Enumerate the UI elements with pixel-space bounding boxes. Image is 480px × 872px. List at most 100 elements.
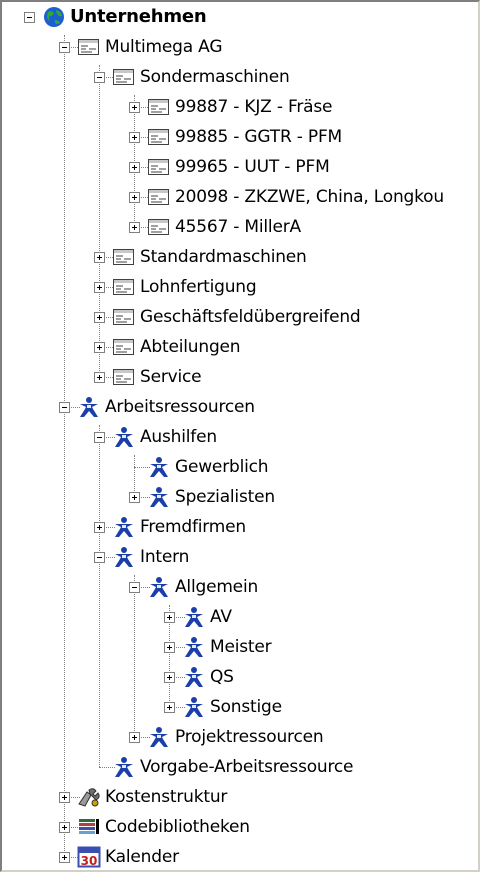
tree-node-av[interactable]: AV [2, 602, 478, 632]
person-icon [147, 576, 171, 598]
list-icon [112, 306, 136, 328]
tree-node-project-99965[interactable]: 99965 - UUT - PFM [2, 152, 478, 182]
collapse-icon[interactable] [94, 552, 105, 563]
person-icon [182, 666, 206, 688]
expand-icon[interactable] [129, 132, 140, 143]
person-icon [147, 726, 171, 748]
tree-node-label: 99965 - UUT - PFM [175, 157, 330, 177]
expand-icon[interactable] [129, 222, 140, 233]
tree-node-kostenstruktur[interactable]: Kostenstruktur [2, 782, 478, 812]
tree-node-label: Fremdfirmen [140, 517, 246, 537]
tree-node-label: 45567 - MillerA [175, 217, 301, 237]
tree-node-vorgabe-arbeitsressource[interactable]: Vorgabe-Arbeitsressource [2, 752, 478, 782]
expand-icon[interactable] [164, 702, 175, 713]
list-icon [77, 36, 101, 58]
person-icon [112, 426, 136, 448]
tree-node-spezialisten[interactable]: Spezialisten [2, 482, 478, 512]
tree-node-label: 99885 - GGTR - PFM [175, 127, 342, 147]
tree-node-label: Intern [140, 547, 190, 567]
expand-icon[interactable] [94, 282, 105, 293]
list-icon [147, 96, 171, 118]
collapse-icon[interactable] [59, 42, 70, 53]
tree-node-aushilfen[interactable]: Aushilfen [2, 422, 478, 452]
expand-icon[interactable] [59, 822, 70, 833]
person-icon [147, 486, 171, 508]
tree-node-abteilungen[interactable]: Abteilungen [2, 332, 478, 362]
list-icon [112, 246, 136, 268]
expand-icon[interactable] [59, 852, 70, 863]
tree-node-label: AV [210, 607, 232, 627]
expand-icon[interactable] [164, 642, 175, 653]
person-icon [182, 606, 206, 628]
tree-node-service[interactable]: Service [2, 362, 478, 392]
list-icon [112, 66, 136, 88]
tree-node-qs[interactable]: QS [2, 662, 478, 692]
code-library-icon [77, 816, 101, 838]
list-icon [147, 126, 171, 148]
expand-icon[interactable] [129, 732, 140, 743]
expand-icon[interactable] [94, 252, 105, 263]
tree-node-label: Spezialisten [175, 487, 275, 507]
tree-node-label: Abteilungen [140, 337, 241, 357]
person-icon [112, 756, 136, 778]
tree-node-label: Unternehmen [70, 6, 207, 27]
tree-view[interactable]: Unternehmen Multimega AG Sondermaschinen 99… [2, 2, 478, 870]
expand-icon[interactable] [59, 792, 70, 803]
expand-icon[interactable] [129, 192, 140, 203]
tree-node-project-20098[interactable]: 20098 - ZKZWE, China, Longkou [2, 182, 478, 212]
tree-node-label: Kostenstruktur [105, 787, 228, 807]
tree-node-label: Vorgabe-Arbeitsressource [140, 757, 354, 777]
collapse-icon[interactable] [59, 402, 70, 413]
tree-node-project-99887[interactable]: 99887 - KJZ - Fräse [2, 92, 478, 122]
tree-node-kalender[interactable]: 30 Kalender [2, 842, 478, 870]
tree-node-label: Allgemein [175, 577, 259, 597]
expand-icon[interactable] [94, 372, 105, 383]
tree-node-label: Aushilfen [140, 427, 217, 447]
tree-node-gewerblich[interactable]: Gewerblich [2, 452, 478, 482]
tree-node-label: Projektressourcen [175, 727, 324, 747]
tree-node-label: 99887 - KJZ - Fräse [175, 97, 333, 117]
tree-node-label: Geschäftsfeldübergreifend [140, 307, 361, 327]
list-icon [112, 276, 136, 298]
collapse-icon[interactable] [94, 72, 105, 83]
expand-icon[interactable] [129, 102, 140, 113]
person-icon [182, 636, 206, 658]
expand-icon[interactable] [94, 312, 105, 323]
expand-icon[interactable] [129, 492, 140, 503]
tree-node-label: Sonstige [210, 697, 282, 717]
tree-node-geschaeftsfelduebergreifend[interactable]: Geschäftsfeldübergreifend [2, 302, 478, 332]
collapse-icon[interactable] [129, 582, 140, 593]
expand-icon[interactable] [94, 342, 105, 353]
tree-node-label: Lohnfertigung [140, 277, 257, 297]
tree-node-arbeitsressourcen[interactable]: Arbeitsressourcen [2, 392, 478, 422]
expand-icon[interactable] [94, 522, 105, 533]
collapse-icon[interactable] [94, 432, 105, 443]
tree-node-lohnfertigung[interactable]: Lohnfertigung [2, 272, 478, 302]
tree-node-projektressourcen[interactable]: Projektressourcen [2, 722, 478, 752]
expand-icon[interactable] [164, 612, 175, 623]
tree-node-label: Arbeitsressourcen [105, 397, 255, 417]
person-icon [112, 546, 136, 568]
person-icon [147, 456, 171, 478]
expand-icon[interactable] [164, 672, 175, 683]
expand-icon[interactable] [129, 162, 140, 173]
tree-node-sonstige[interactable]: Sonstige [2, 692, 478, 722]
tree-node-project-45567[interactable]: 45567 - MillerA [2, 212, 478, 242]
tree-node-meister[interactable]: Meister [2, 632, 478, 662]
tree-node-label: QS [210, 667, 234, 687]
tree-view-panel[interactable]: Unternehmen Multimega AG Sondermaschinen 99… [0, 0, 480, 872]
tree-node-multimega-ag[interactable]: Multimega AG [2, 32, 478, 62]
tree-node-allgemein[interactable]: Allgemein [2, 572, 478, 602]
tree-node-codebibliotheken[interactable]: Codebibliotheken [2, 812, 478, 842]
list-icon [112, 336, 136, 358]
svg-text:30: 30 [81, 854, 98, 868]
tree-node-intern[interactable]: Intern [2, 542, 478, 572]
tree-node-fremdfirmen[interactable]: Fremdfirmen [2, 512, 478, 542]
collapse-icon[interactable] [24, 12, 35, 23]
tree-node-label: Service [140, 367, 202, 387]
tree-node-root-unternehmen[interactable]: Unternehmen [2, 2, 478, 32]
tree-node-standardmaschinen[interactable]: Standardmaschinen [2, 242, 478, 272]
tree-node-sondermaschinen[interactable]: Sondermaschinen [2, 62, 478, 92]
tools-icon [77, 786, 101, 808]
tree-node-project-99885[interactable]: 99885 - GGTR - PFM [2, 122, 478, 152]
